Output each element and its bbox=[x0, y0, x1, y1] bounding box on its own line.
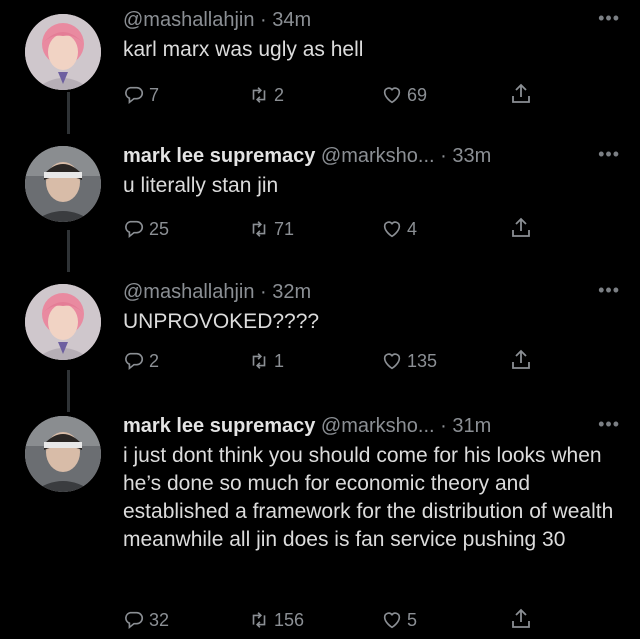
thread-line bbox=[67, 370, 70, 412]
user-handle[interactable]: @mashallahjin bbox=[123, 9, 254, 31]
share-icon bbox=[512, 608, 530, 628]
share-icon bbox=[512, 83, 530, 103]
share-button[interactable] bbox=[509, 607, 533, 636]
retweet-icon bbox=[252, 221, 266, 237]
share-button[interactable] bbox=[509, 348, 533, 377]
reply-icon bbox=[125, 352, 143, 371]
more-options-icon[interactable]: ••• bbox=[598, 141, 620, 167]
timestamp[interactable]: 33m bbox=[452, 145, 491, 167]
avatar[interactable] bbox=[25, 14, 101, 90]
like-button[interactable]: 69 bbox=[381, 84, 427, 106]
like-icon bbox=[383, 221, 401, 238]
retweet-icon bbox=[252, 87, 266, 103]
retweet-count: 156 bbox=[274, 609, 305, 630]
reply-icon bbox=[125, 86, 143, 105]
tweet-header: @mashallahjin · 34m ••• bbox=[123, 7, 620, 33]
user-handle[interactable]: @marksho... bbox=[321, 145, 435, 167]
timestamp[interactable]: 32m bbox=[272, 281, 311, 303]
timestamp[interactable]: 34m bbox=[272, 9, 311, 31]
retweet-icon bbox=[252, 612, 266, 628]
display-name[interactable]: mark lee supremacy bbox=[123, 145, 315, 167]
separator: · bbox=[440, 415, 447, 437]
thread-line bbox=[67, 92, 70, 134]
avatar[interactable] bbox=[25, 146, 101, 222]
like-button[interactable]: 135 bbox=[381, 350, 437, 372]
user-handle[interactable]: @mashallahjin bbox=[123, 281, 254, 303]
tweet-header: mark lee supremacy @marksho... · 31m ••• bbox=[123, 413, 620, 439]
share-icon bbox=[512, 217, 530, 237]
retweet-button[interactable]: 156 bbox=[248, 609, 304, 631]
more-options-icon[interactable]: ••• bbox=[598, 5, 620, 31]
avatar[interactable] bbox=[25, 416, 101, 492]
tweet-text: u literally stan jin bbox=[123, 174, 279, 197]
tweet-text: karl marx was ugly as hell bbox=[123, 38, 364, 61]
tweet-header: mark lee supremacy @marksho... · 33m ••• bbox=[123, 143, 620, 169]
retweet-button[interactable]: 71 bbox=[248, 218, 294, 240]
tweet-header: @mashallahjin · 32m ••• bbox=[123, 279, 620, 305]
retweet-icon bbox=[252, 353, 266, 369]
user-handle[interactable]: @marksho... bbox=[321, 415, 435, 437]
share-button[interactable] bbox=[509, 216, 533, 245]
separator: · bbox=[440, 145, 447, 167]
reply-count: 32 bbox=[149, 609, 170, 630]
retweet-count: 1 bbox=[274, 350, 285, 371]
display-name[interactable]: mark lee supremacy bbox=[123, 415, 315, 437]
like-icon bbox=[383, 87, 401, 104]
retweet-count: 71 bbox=[274, 218, 295, 239]
avatar[interactable] bbox=[25, 284, 101, 360]
like-icon bbox=[383, 353, 401, 370]
share-button[interactable] bbox=[509, 82, 533, 111]
like-button[interactable]: 4 bbox=[381, 218, 417, 240]
retweet-count: 2 bbox=[274, 84, 285, 105]
reply-count: 25 bbox=[149, 218, 170, 239]
like-icon bbox=[383, 612, 401, 629]
tweet-text: UNPROVOKED???? bbox=[123, 310, 320, 333]
like-count: 5 bbox=[407, 609, 418, 630]
separator: · bbox=[260, 9, 267, 31]
like-count: 69 bbox=[407, 84, 428, 105]
more-options-icon[interactable]: ••• bbox=[598, 411, 620, 437]
reply-button[interactable]: 25 bbox=[123, 218, 169, 240]
retweet-button[interactable]: 1 bbox=[248, 350, 284, 372]
reply-icon bbox=[125, 220, 143, 239]
reply-icon bbox=[125, 611, 143, 630]
reply-count: 7 bbox=[149, 84, 160, 105]
like-count: 135 bbox=[407, 350, 438, 371]
more-options-icon[interactable]: ••• bbox=[598, 277, 620, 303]
reply-button[interactable]: 7 bbox=[123, 84, 159, 106]
retweet-button[interactable]: 2 bbox=[248, 84, 284, 106]
tweet-text: i just dont think you should come for hi… bbox=[123, 444, 614, 551]
reply-button[interactable]: 2 bbox=[123, 350, 159, 372]
like-button[interactable]: 5 bbox=[381, 609, 417, 631]
reply-count: 2 bbox=[149, 350, 160, 371]
separator: · bbox=[260, 281, 267, 303]
share-icon bbox=[512, 349, 530, 369]
timestamp[interactable]: 31m bbox=[452, 415, 491, 437]
like-count: 4 bbox=[407, 218, 418, 239]
reply-button[interactable]: 32 bbox=[123, 609, 169, 631]
thread-line bbox=[67, 230, 70, 272]
